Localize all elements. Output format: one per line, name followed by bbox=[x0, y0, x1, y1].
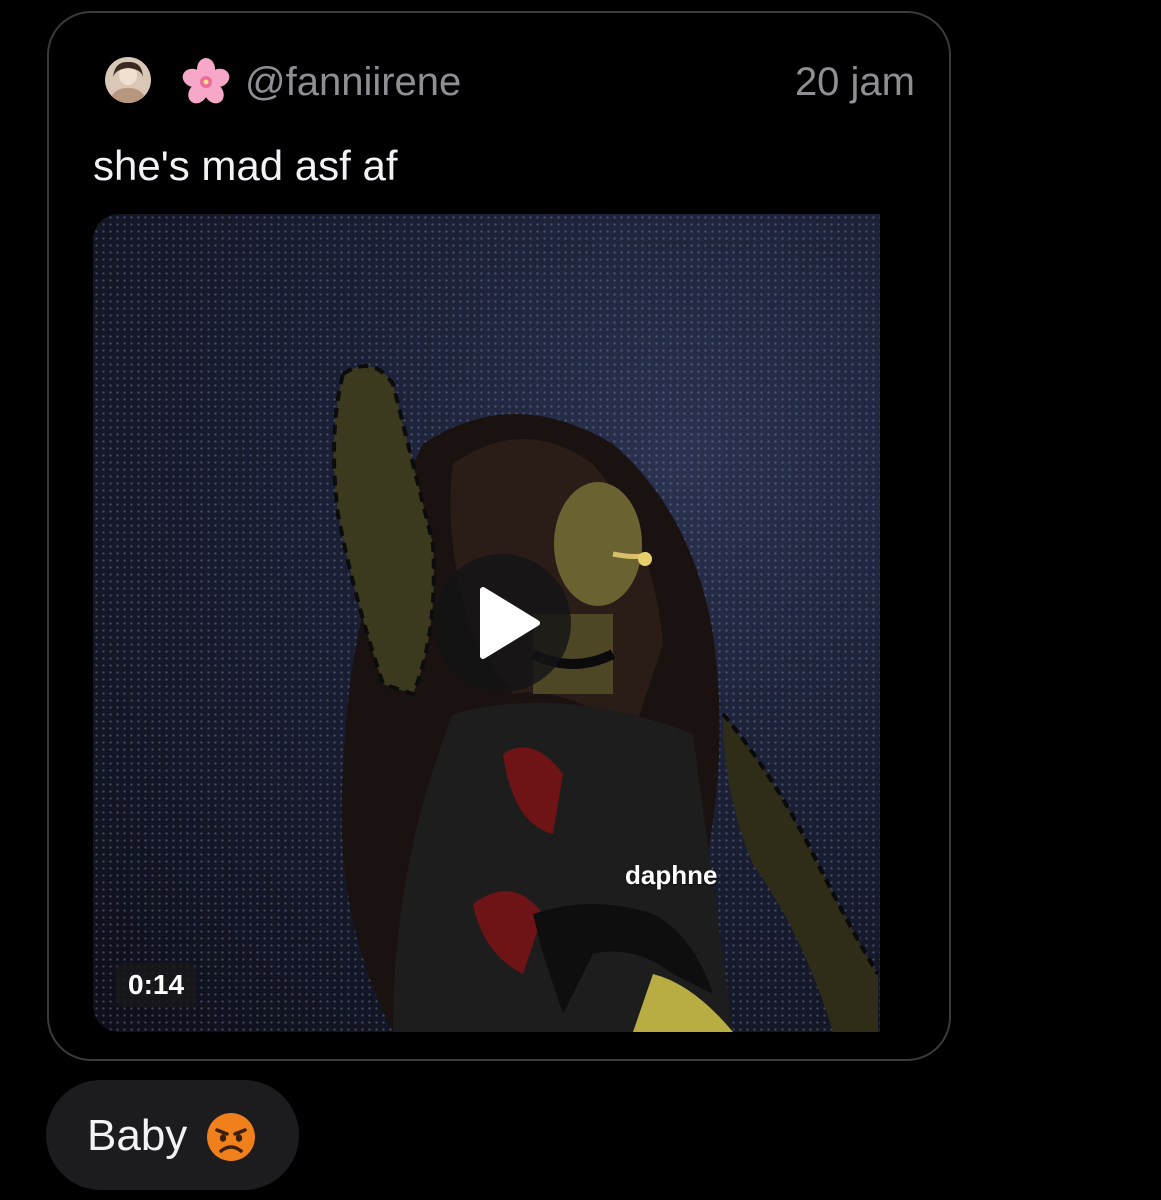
reply-message-bubble[interactable]: Baby bbox=[46, 1080, 299, 1190]
cherry-blossom-icon bbox=[182, 58, 230, 104]
author-avatar[interactable] bbox=[105, 57, 151, 103]
avatar-photo-icon bbox=[105, 57, 151, 103]
post-text: she's mad asf af bbox=[93, 142, 398, 189]
video-duration-badge: 0:14 bbox=[116, 963, 197, 1007]
video-thumbnail[interactable]: daphne 0:14 bbox=[93, 214, 880, 1032]
reply-text: Baby bbox=[87, 1111, 188, 1160]
play-button[interactable] bbox=[433, 554, 571, 692]
quoted-post-card[interactable]: @fanniirene 20 jam she's mad asf af daph… bbox=[47, 11, 951, 1061]
post-timestamp: 20 jam bbox=[794, 60, 915, 104]
message-thread: @fanniirene 20 jam she's mad asf af daph… bbox=[0, 0, 1161, 1200]
play-icon bbox=[480, 587, 540, 659]
angry-face-icon bbox=[207, 1113, 255, 1161]
video-watermark: daphne bbox=[625, 860, 718, 890]
post-header: @fanniirene 20 jam bbox=[105, 57, 915, 113]
author-handle[interactable]: @fanniirene bbox=[245, 59, 461, 105]
